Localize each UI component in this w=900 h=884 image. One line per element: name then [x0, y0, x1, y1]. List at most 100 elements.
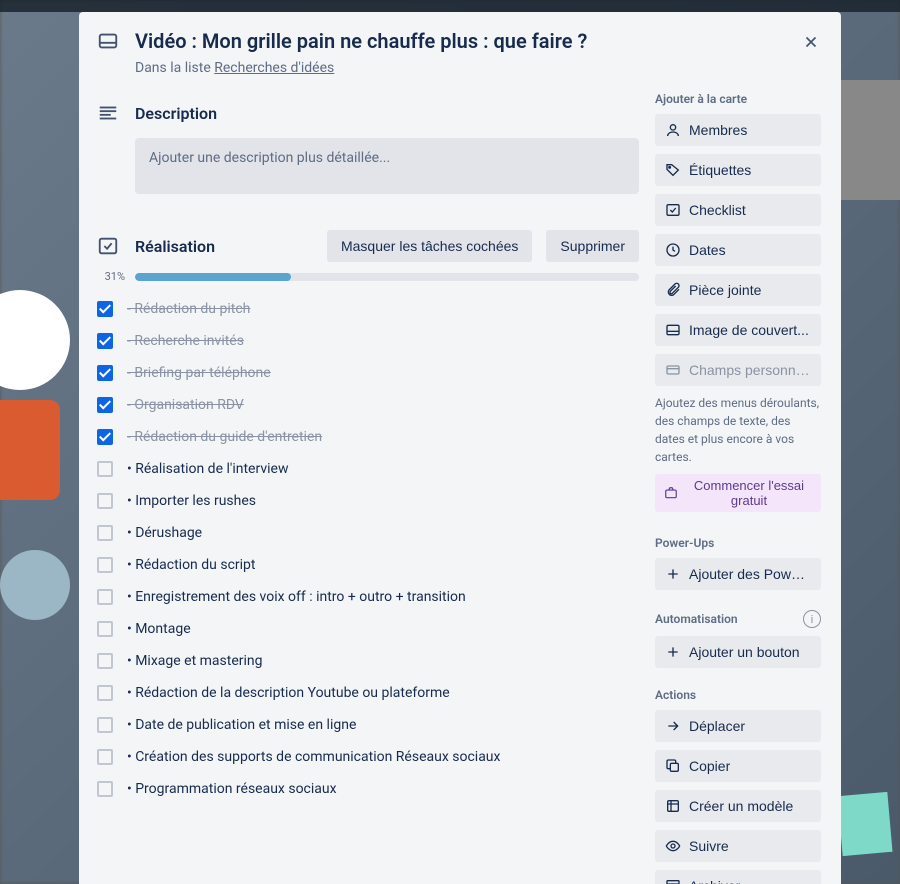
checklist-label[interactable]: - Recherche invités	[127, 333, 637, 349]
checklist-item[interactable]: - Rédaction du pitch	[95, 293, 639, 325]
checklist-checkbox[interactable]	[97, 717, 113, 733]
members-button[interactable]: Membres	[655, 114, 821, 146]
labels-button[interactable]: Étiquettes	[655, 154, 821, 186]
arrow-right-icon	[665, 718, 681, 734]
plus-icon	[665, 566, 681, 582]
checklist-item[interactable]: • Montage	[95, 613, 639, 645]
move-button[interactable]: Déplacer	[655, 710, 821, 742]
archive-icon	[665, 878, 681, 884]
checklist-label[interactable]: • Montage	[127, 621, 637, 637]
checklist-item[interactable]: - Briefing par téléphone	[95, 357, 639, 389]
description-icon	[95, 100, 121, 126]
card-title[interactable]: Vidéo : Mon grille pain ne chauffe plus …	[135, 28, 587, 54]
custom-fields-button[interactable]: Champs personna...	[655, 354, 821, 386]
progress-bar	[135, 273, 639, 281]
side-heading-automation: Automatisation	[655, 612, 738, 626]
checklist-label[interactable]: • Importer les rushes	[127, 493, 637, 509]
custom-fields-note: Ajoutez des menus déroulants, des champs…	[655, 394, 821, 466]
card-icon	[665, 362, 681, 378]
trial-button[interactable]: Commencer l'essai gratuit	[655, 474, 821, 512]
checklist-checkbox[interactable]	[97, 525, 113, 541]
checklist-label[interactable]: • Création des supports de communication…	[127, 749, 637, 765]
checklist-item[interactable]: - Rédaction du guide d'entretien	[95, 421, 639, 453]
checklist-checkbox[interactable]	[97, 365, 113, 381]
close-icon	[802, 33, 820, 51]
cover-button[interactable]: Image de couvert...	[655, 314, 821, 346]
checklist-label[interactable]: • Rédaction du script	[127, 557, 637, 573]
checklist-item[interactable]: - Recherche invités	[95, 325, 639, 357]
side-heading-add: Ajouter à la carte	[655, 92, 821, 106]
checklist-checkbox[interactable]	[97, 589, 113, 605]
checklist-checkbox[interactable]	[97, 749, 113, 765]
copy-button[interactable]: Copier	[655, 750, 821, 782]
checklist-heading[interactable]: Réalisation	[135, 237, 313, 256]
archive-button[interactable]: Archiver	[655, 870, 821, 884]
checklist-item[interactable]: • Dérushage	[95, 517, 639, 549]
checklist-checkbox[interactable]	[97, 397, 113, 413]
checklist-label[interactable]: • Dérushage	[127, 525, 637, 541]
side-heading-powerups: Power-Ups	[655, 536, 821, 550]
template-icon	[665, 798, 681, 814]
checklist-item[interactable]: • Programmation réseaux sociaux	[95, 773, 639, 805]
checklist-item[interactable]: • Réalisation de l'interview	[95, 453, 639, 485]
checklist-label[interactable]: - Organisation RDV	[127, 397, 637, 413]
checklist-checkbox[interactable]	[97, 557, 113, 573]
checklist-label[interactable]: • Réalisation de l'interview	[127, 461, 637, 477]
card-subtitle: Dans la liste Recherches d'idées	[135, 60, 789, 76]
info-icon[interactable]: i	[803, 610, 821, 628]
eye-icon	[665, 838, 681, 854]
checklist-label[interactable]: • Mixage et mastering	[127, 653, 637, 669]
checklist-item[interactable]: • Rédaction de la description Youtube ou…	[95, 677, 639, 709]
description-heading: Description	[135, 104, 639, 123]
checklist-checkbox[interactable]	[97, 493, 113, 509]
checklist-item[interactable]: • Enregistrement des voix off : intro + …	[95, 581, 639, 613]
dates-button[interactable]: Dates	[655, 234, 821, 266]
checklist-icon	[95, 233, 121, 259]
checklist-checkbox[interactable]	[97, 685, 113, 701]
add-automation-button[interactable]: Ajouter un bouton	[655, 636, 821, 668]
checklist-label[interactable]: • Enregistrement des voix off : intro + …	[127, 589, 637, 605]
checklist-label[interactable]: • Programmation réseaux sociaux	[127, 781, 637, 797]
side-heading-actions: Actions	[655, 688, 821, 702]
briefcase-icon	[663, 485, 679, 501]
checklist-checkbox[interactable]	[97, 333, 113, 349]
checklist-item[interactable]: • Rédaction du script	[95, 549, 639, 581]
tag-icon	[665, 162, 681, 178]
checklist-checkbox[interactable]	[97, 429, 113, 445]
description-input[interactable]: Ajouter une description plus détaillée..…	[135, 138, 639, 194]
checklist-checkbox[interactable]	[97, 781, 113, 797]
checklist-label[interactable]: - Rédaction du guide d'entretien	[127, 429, 637, 445]
checkbox-icon	[665, 202, 681, 218]
plus-icon	[665, 644, 681, 660]
copy-icon	[665, 758, 681, 774]
checklist-checkbox[interactable]	[97, 461, 113, 477]
checklist-checkbox[interactable]	[97, 621, 113, 637]
cover-icon	[665, 322, 681, 338]
checklist-label[interactable]: - Rédaction du pitch	[127, 301, 637, 317]
checklist-checkbox[interactable]	[97, 653, 113, 669]
checklist-item[interactable]: • Création des supports de communication…	[95, 741, 639, 773]
checklist-item[interactable]: • Importer les rushes	[95, 485, 639, 517]
checklist-label[interactable]: - Briefing par téléphone	[127, 365, 637, 381]
attachment-icon	[665, 282, 681, 298]
checklist-label[interactable]: • Rédaction de la description Youtube ou…	[127, 685, 637, 701]
clock-icon	[665, 242, 681, 258]
add-powerups-button[interactable]: Ajouter des Power...	[655, 558, 821, 590]
hide-checked-button[interactable]: Masquer les tâches cochées	[327, 230, 532, 262]
attachment-button[interactable]: Pièce jointe	[655, 274, 821, 306]
checklist-label[interactable]: • Date de publication et mise en ligne	[127, 717, 637, 733]
checklist-checkbox[interactable]	[97, 301, 113, 317]
progress-percent: 31%	[95, 270, 125, 283]
close-button[interactable]	[795, 26, 827, 58]
checklist-item[interactable]: • Date de publication et mise en ligne	[95, 709, 639, 741]
list-link[interactable]: Recherches d'idées	[214, 60, 334, 76]
checklist-item[interactable]: - Organisation RDV	[95, 389, 639, 421]
watch-button[interactable]: Suivre	[655, 830, 821, 862]
card-icon	[95, 28, 121, 54]
checklist-item[interactable]: • Mixage et mastering	[95, 645, 639, 677]
person-icon	[665, 122, 681, 138]
delete-checklist-button[interactable]: Supprimer	[546, 230, 639, 262]
checklist-button[interactable]: Checklist	[655, 194, 821, 226]
template-button[interactable]: Créer un modèle	[655, 790, 821, 822]
card-modal: Vidéo : Mon grille pain ne chauffe plus …	[79, 12, 841, 884]
